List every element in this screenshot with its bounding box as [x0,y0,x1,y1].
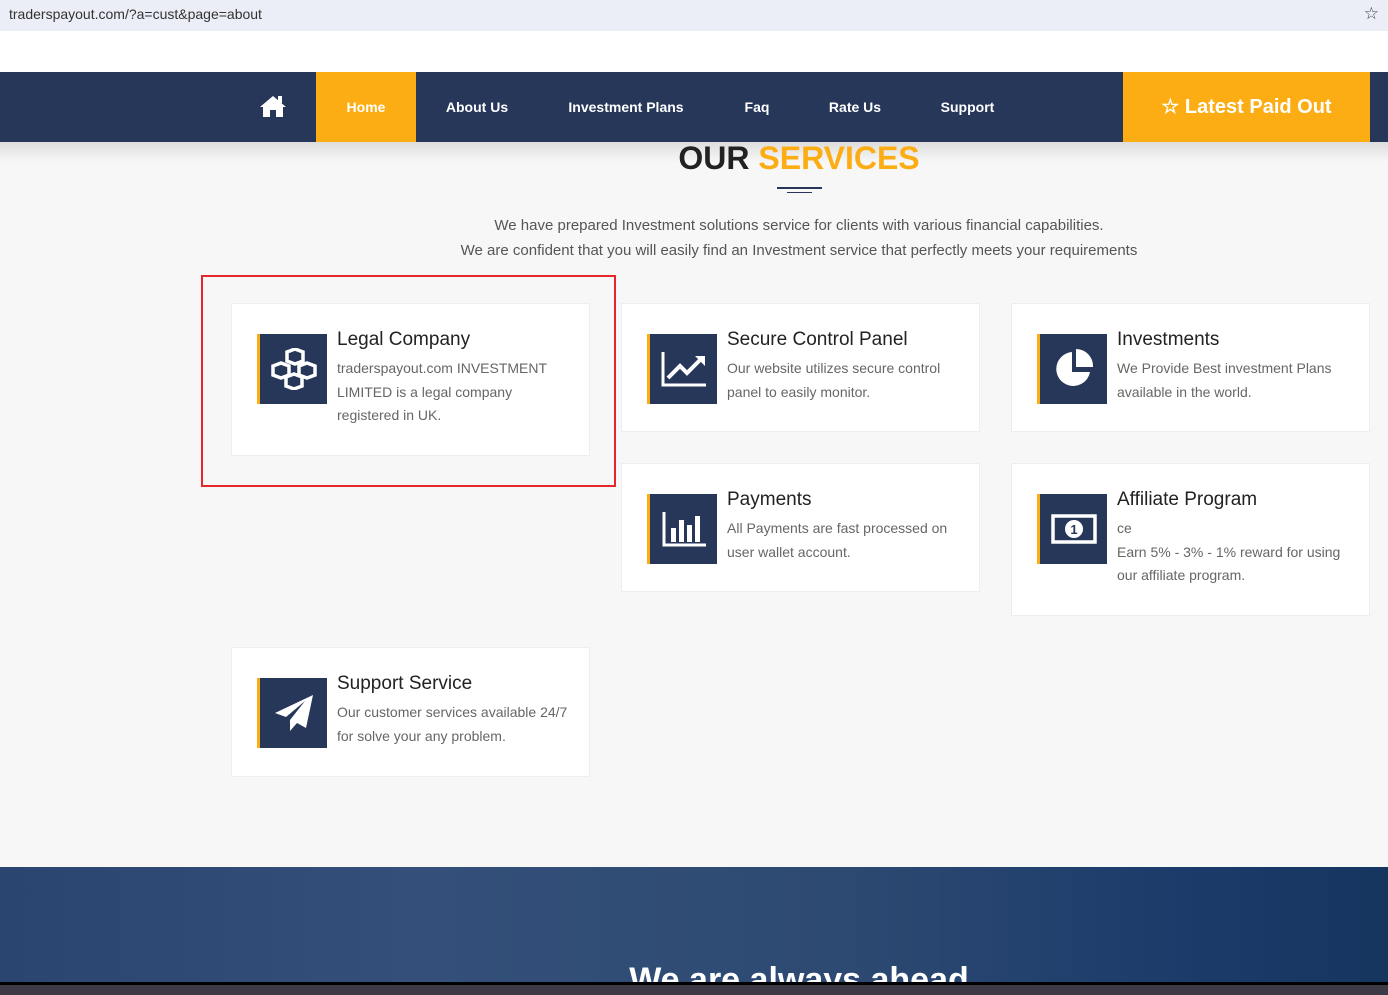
card-desc: We Provide Best investment Plans availab… [1117,360,1332,400]
address-bar[interactable]: traderspayout.com/?a=cust&page=about ☆ [0,0,1388,31]
service-card-investments: Investments We Provide Best investment P… [1011,303,1370,432]
svg-text:1: 1 [1070,522,1077,537]
nav-home[interactable]: Home [316,72,416,142]
bookmark-star-icon[interactable]: ☆ [1364,4,1379,24]
main-nav: Home About Us Investment Plans Faq Rate … [0,72,1388,142]
nav-faq[interactable]: Faq [735,72,779,142]
top-spacer [0,31,1388,72]
card-desc: All Payments are fast processed on user … [727,520,948,560]
card-desc: ce Earn 5% - 3% - 1% reward for using ou… [1117,520,1341,583]
title-underline-2 [787,192,812,193]
section-title: OUR SERVICES [678,140,920,176]
bottom-bar [0,982,1388,995]
nav-about-us[interactable]: About Us [432,72,522,142]
card-title: Support Service [337,673,473,694]
card-title: Investments [1117,329,1220,350]
line-chart-icon [647,334,717,404]
bar-chart-icon [647,494,717,564]
home-icon[interactable] [259,94,287,118]
url-text: traderspayout.com/?a=cust&page=about [9,6,262,22]
nav-rate-us[interactable]: Rate Us [820,72,890,142]
service-card-payments: Payments All Payments are fast processed… [621,463,980,592]
nav-investment-plans[interactable]: Investment Plans [556,72,696,142]
card-title: Payments [727,489,812,510]
latest-paid-out-button[interactable]: ☆ Latest Paid Out [1123,72,1370,142]
money-icon: 1 [1037,494,1107,564]
service-card-support: Support Service Our customer services av… [231,647,590,777]
star-icon: ☆ [1161,96,1185,118]
paper-plane-icon [257,678,327,748]
card-title: Affiliate Program [1117,489,1258,510]
title-underline [777,187,822,189]
highlight-box [201,275,616,487]
pie-chart-icon [1037,334,1107,404]
nav-support[interactable]: Support [930,72,1005,142]
card-desc: Our customer services available 24/7 for… [337,704,568,744]
hero-banner: We are always ahead [0,867,1388,985]
service-card-secure: Secure Control Panel Our website utilize… [621,303,980,432]
section-intro: We have prepared Investment solutions se… [460,217,1138,259]
card-title: Secure Control Panel [727,329,908,350]
card-desc: Our website utilizes secure control pane… [727,360,941,400]
service-card-affiliate: 1 Affiliate Program ce Earn 5% - 3% - 1%… [1011,463,1370,616]
